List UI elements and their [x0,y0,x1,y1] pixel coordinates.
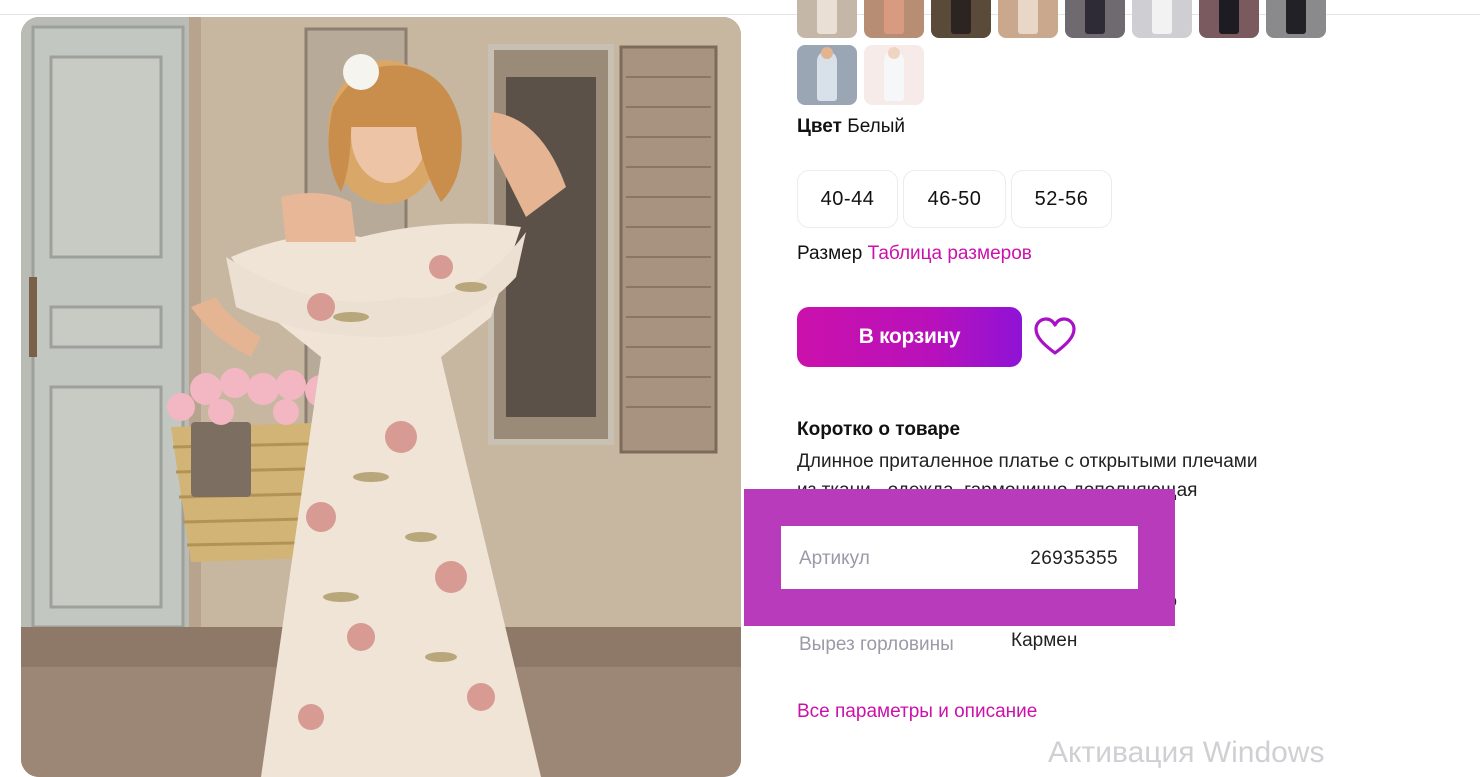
spec-neckline-label: Вырез горловины [799,634,954,655]
size-option-52-56[interactable]: 52-56 [1011,170,1112,228]
color-thumbnail[interactable] [797,0,857,38]
size-chart-link[interactable]: Таблица размеров [868,243,1032,264]
color-thumbnail[interactable] [1199,0,1259,38]
short-info-title: Коротко о товаре [797,419,961,440]
spec-neckline-value: Кармен [1011,630,1078,651]
color-thumbnail[interactable] [864,45,924,105]
all-params-link[interactable]: Все параметры и описание [797,701,1037,723]
color-thumbnail[interactable] [998,0,1058,38]
heart-icon[interactable] [1033,316,1077,358]
color-value: Белый [847,116,905,137]
size-row: Размер Таблица размеров [797,243,1032,265]
color-thumbnail[interactable] [797,45,857,105]
color-thumbnail[interactable] [931,0,991,38]
product-photo-illustration [21,17,741,777]
color-thumbnail[interactable] [1266,0,1326,38]
color-thumbnail[interactable] [1132,0,1192,38]
windows-activation-watermark: Активация Windows [1048,736,1325,769]
article-number-row: Артикул 26935355 [781,526,1138,589]
article-value: 26935355 [1030,548,1118,569]
size-option-40-44[interactable]: 40-44 [797,170,898,228]
color-row: Цвет Белый [797,116,905,138]
color-label: Цвет [797,116,842,137]
size-label: Размер [797,243,863,264]
size-selector: 40-44 46-50 52-56 [797,170,1112,228]
add-to-cart-button[interactable]: В корзину [797,307,1022,367]
color-thumbnail[interactable] [1065,0,1125,38]
size-option-46-50[interactable]: 46-50 [903,170,1006,228]
article-label: Артикул [799,548,870,569]
short-info-line-1: Длинное приталенное платье с открытыми п… [797,451,1258,472]
product-photo[interactable] [21,17,741,777]
color-thumbnail[interactable] [864,0,924,38]
